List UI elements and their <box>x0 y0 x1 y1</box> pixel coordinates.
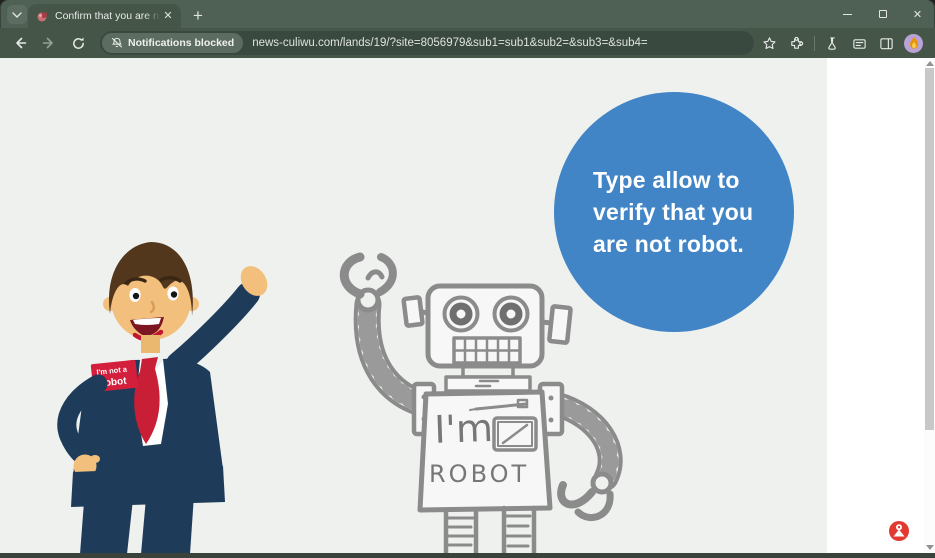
reload-icon <box>72 36 84 49</box>
man-right-leg <box>141 495 194 553</box>
url-text: news-culiwu.com/lands/19/?site=8056979&s… <box>252 37 648 49</box>
tab-title: Confirm that you are not a rob <box>55 10 160 22</box>
close-button[interactable]: ✕ <box>900 0 935 28</box>
menu-button[interactable]: ⋮ <box>928 31 935 56</box>
page-scrollbar[interactable] <box>924 58 935 553</box>
flame-avatar-icon <box>909 37 918 49</box>
experiments-button[interactable] <box>820 31 845 56</box>
tab-strip: Confirm that you are not a rob ✕ + ✕ <box>0 0 935 28</box>
star-icon <box>763 36 776 49</box>
man-left-leg <box>80 499 133 553</box>
window-bottom-edge <box>0 553 935 558</box>
page-content: Type allow to verify that you are not ro… <box>0 58 935 553</box>
media-controls-button[interactable] <box>847 31 872 56</box>
robot-doodle-illustration: I'm ROBOT <box>339 252 623 553</box>
profile-button[interactable] <box>901 31 926 56</box>
robot-text-line2: ROBOT <box>429 460 529 488</box>
bubble-line: Type allow to <box>593 167 740 193</box>
back-button[interactable] <box>7 30 33 56</box>
bell-slash-icon <box>111 37 123 48</box>
profile-avatar <box>904 33 923 53</box>
toolbar-separator <box>814 35 815 51</box>
address-bar[interactable]: Notifications blocked news-culiwu.com/la… <box>100 31 754 55</box>
new-tab-button[interactable]: + <box>186 4 210 28</box>
scroll-up-arrow[interactable] <box>926 61 934 66</box>
toolbar-right: ⋮ <box>757 31 935 56</box>
tab-search-button[interactable] <box>7 5 27 24</box>
minimize-button[interactable] <box>830 0 865 28</box>
browser-toolbar: Notifications blocked news-culiwu.com/la… <box>0 28 935 58</box>
chevron-down-icon <box>12 11 22 18</box>
tab-favicon-icon <box>37 11 47 21</box>
media-panel-icon <box>853 38 866 49</box>
robot-text-line1: I'm <box>433 406 493 452</box>
bookmark-star-button[interactable] <box>757 31 782 56</box>
cartoon-man-illustration: I'm not a Robot <box>57 242 268 553</box>
minimize-icon <box>843 13 852 15</box>
page-right-gutter <box>827 58 924 553</box>
reload-button[interactable] <box>65 30 91 56</box>
maximize-button[interactable] <box>865 0 900 28</box>
back-arrow-icon <box>16 37 27 49</box>
browser-tab[interactable]: Confirm that you are not a rob ✕ <box>28 4 181 28</box>
tab-close-button[interactable]: ✕ <box>160 8 176 24</box>
forward-arrow-icon <box>42 37 53 49</box>
window-controls: ✕ <box>830 0 935 28</box>
browser-window: Confirm that you are not a rob ✕ + ✕ <box>0 0 935 558</box>
flask-icon <box>828 36 836 50</box>
extensions-button[interactable] <box>784 31 809 56</box>
puzzle-icon <box>791 36 804 49</box>
bubble-line: verify that you <box>593 199 754 225</box>
forward-button[interactable] <box>36 30 62 56</box>
notifications-blocked-chip[interactable]: Notifications blocked <box>102 33 244 53</box>
chip-label: Notifications blocked <box>128 37 235 49</box>
scroll-down-arrow[interactable] <box>926 545 934 550</box>
maximize-icon <box>878 10 887 18</box>
scrollbar-thumb[interactable] <box>925 68 934 430</box>
side-panel-icon <box>880 37 893 49</box>
side-panel-button[interactable] <box>874 31 899 56</box>
adblock-widget-icon[interactable] <box>888 520 910 542</box>
